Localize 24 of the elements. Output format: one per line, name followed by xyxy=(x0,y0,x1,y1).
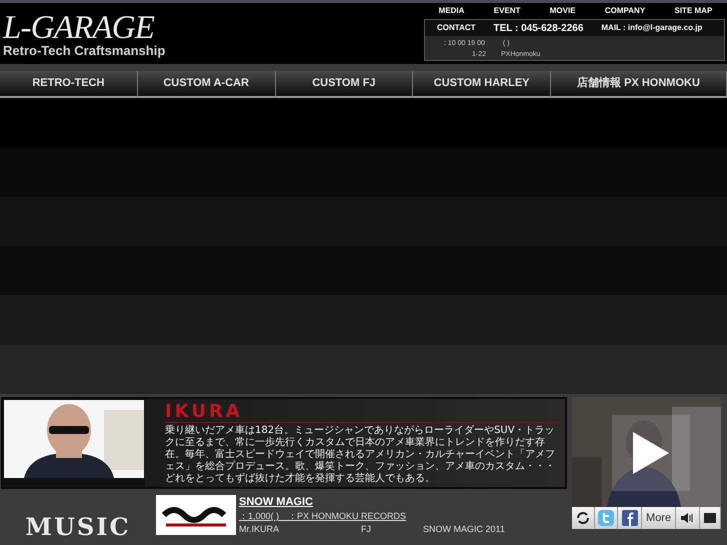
music-heading: MUSIC xyxy=(24,511,132,544)
nav-tab[interactable]: RETRO-TECH xyxy=(0,71,138,98)
artist-name: Mr.IKURA xyxy=(239,523,280,536)
site-logo: L-GARAGE xyxy=(3,13,154,44)
top-link[interactable]: MEDIA xyxy=(434,5,468,17)
top-link[interactable]: EVENT xyxy=(490,5,524,17)
album-title[interactable]: SNOW MAGIC xyxy=(239,496,505,510)
phone-number: TEL : 045-628-2266 xyxy=(494,22,584,36)
nav-tab[interactable]: 店舗情報 PX HONMOKU xyxy=(551,71,727,98)
nav-tab[interactable]: CUSTOM HARLEY xyxy=(413,71,551,98)
album-year: SNOW MAGIC 2011 xyxy=(423,523,505,536)
nav-tab[interactable]: CUSTOM FJ xyxy=(276,71,414,98)
profile-name: IKURA xyxy=(165,402,559,424)
contact-label: CONTACT xyxy=(437,22,476,34)
nav-tab[interactable]: CUSTOM A-CAR xyxy=(138,71,276,98)
more-button[interactable]: More xyxy=(642,507,676,530)
profile-bio: 乗り継いだアメ車は182台。ミュージシャンでありながらローライダーやSUV・トラックに至るまで、常に一歩先行くカスタムで日本のアメ車業界にトレンドを作りだす存在。毎年、富士スピードウェイで開催されるアメリカン・カルチャーイベント「アメフェス」を総合プロデュース。歌、爆笑トーク、ファッション、アメ車のカスタム・・・どれをとってもずば抜けた才能を発揮する芸能人でもある。 xyxy=(165,425,556,486)
site-tagline: Retro-Tech Craftsmanship xyxy=(3,43,166,58)
top-link[interactable]: SITE MAP xyxy=(670,5,716,17)
album-info: ：1,000( ) ：PX HONMOKU RECORDS xyxy=(239,510,408,524)
top-link[interactable]: MOVIE xyxy=(546,5,580,17)
top-link[interactable]: COMPANY xyxy=(600,5,650,17)
email-address: MAIL : info@l-garage.co.jp xyxy=(601,22,702,34)
vehicle-label: FJ xyxy=(361,523,372,536)
